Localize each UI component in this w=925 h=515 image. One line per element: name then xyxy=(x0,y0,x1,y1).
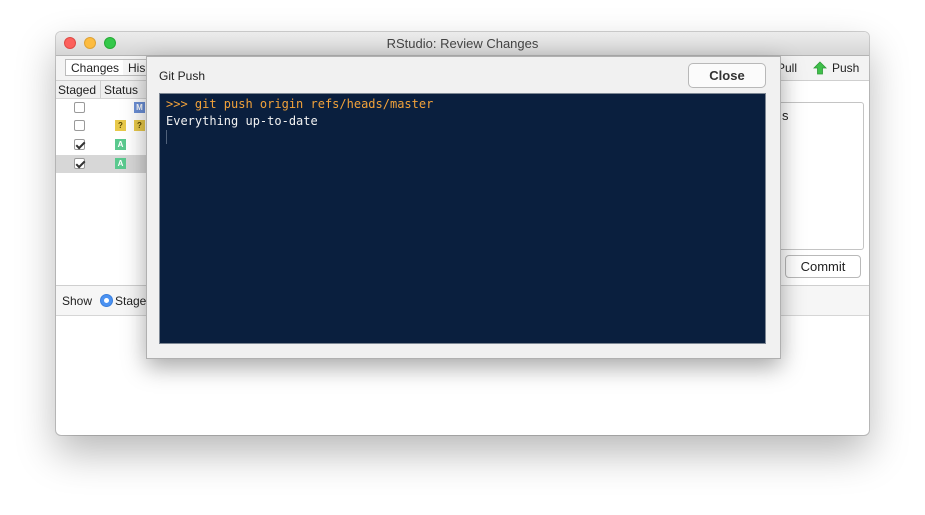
column-divider xyxy=(100,81,101,98)
file-list-header: Staged Status xyxy=(56,81,146,99)
text-cursor xyxy=(166,130,167,144)
column-header-status[interactable]: Status xyxy=(104,83,138,97)
commit-message-text: s xyxy=(782,108,789,123)
screen: RStudio: Review Changes Changes His Pull… xyxy=(0,0,925,515)
show-label: Show xyxy=(62,294,93,308)
commit-button[interactable]: Commit xyxy=(785,255,861,278)
status-badge-untracked: ? xyxy=(134,120,145,131)
console-output-line: Everything up-to-date xyxy=(166,114,318,128)
column-header-staged[interactable]: Staged xyxy=(58,83,96,97)
push-arrow-icon xyxy=(813,61,827,75)
table-row-selected[interactable]: A xyxy=(56,155,146,173)
commit-message-input[interactable]: s xyxy=(772,102,864,250)
status-badge-added: A xyxy=(115,139,126,150)
staged-checkbox[interactable] xyxy=(74,102,85,113)
table-row[interactable]: ? ? xyxy=(56,117,146,135)
console-output[interactable]: >>> git push origin refs/heads/master Ev… xyxy=(159,93,766,344)
staged-radio[interactable] xyxy=(100,294,113,307)
staged-checkbox[interactable] xyxy=(74,120,85,131)
window-title: RStudio: Review Changes xyxy=(386,36,539,51)
status-badge-added: A xyxy=(115,158,126,169)
status-badge-modified: M xyxy=(134,102,145,113)
table-row[interactable]: M xyxy=(56,99,146,117)
staged-checkbox[interactable] xyxy=(74,139,85,150)
status-badge-untracked: ? xyxy=(115,120,126,131)
console-command-line: >>> git push origin refs/heads/master xyxy=(166,97,434,111)
dialog-title: Git Push xyxy=(159,69,206,83)
git-push-dialog: Git Push Close >>> git push origin refs/… xyxy=(146,56,781,359)
push-button[interactable]: Push xyxy=(813,61,859,75)
close-button[interactable]: Close xyxy=(688,63,766,88)
push-button-label: Push xyxy=(832,61,860,75)
staged-checkbox[interactable] xyxy=(74,158,85,169)
tab-changes[interactable]: Changes xyxy=(65,59,126,76)
title-bar[interactable]: RStudio: Review Changes xyxy=(56,32,869,56)
table-row[interactable]: A xyxy=(56,136,146,154)
